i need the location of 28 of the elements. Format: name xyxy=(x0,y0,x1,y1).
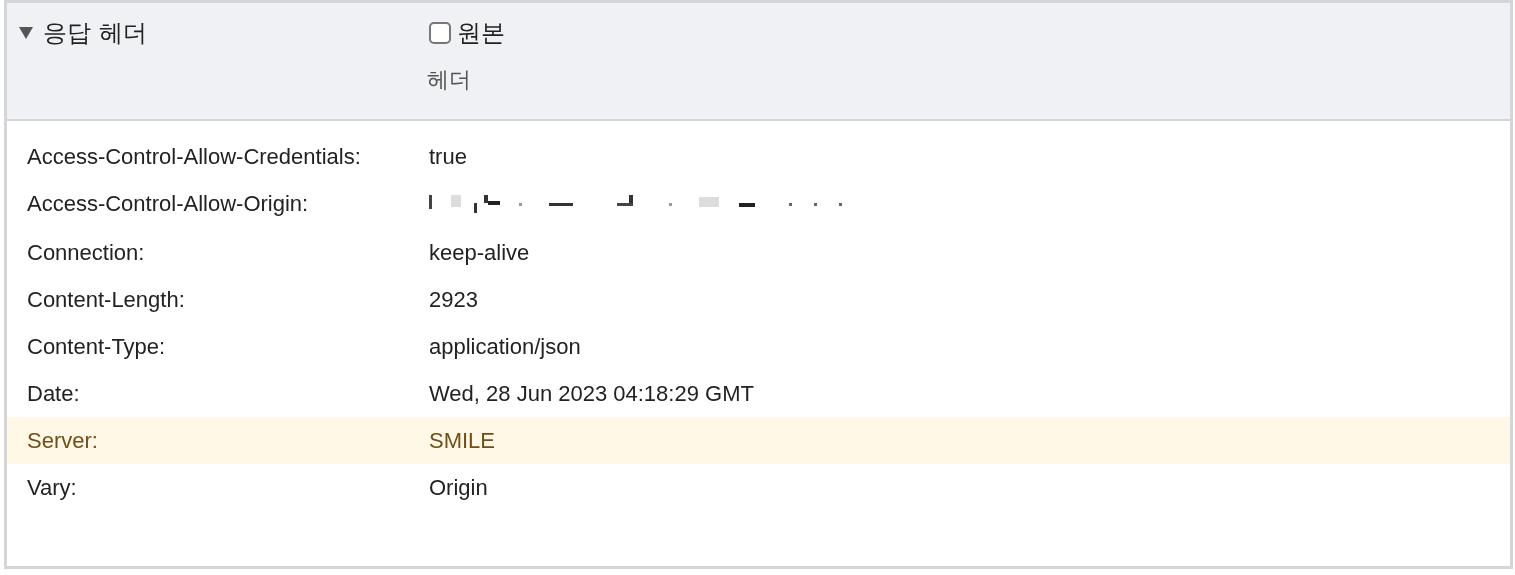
header-row[interactable]: Access-Control-Allow-Credentials: true xyxy=(7,133,1510,180)
checkbox[interactable] xyxy=(429,22,451,44)
header-name: Content-Type: xyxy=(27,333,167,361)
triangle-icon xyxy=(19,27,33,39)
header-row[interactable]: Server: SMILE xyxy=(7,417,1510,464)
header-name: Date: xyxy=(27,380,81,408)
header-value: SMILE xyxy=(429,428,496,453)
header-row[interactable]: Vary: Origin xyxy=(7,464,1510,511)
header-name: Connection: xyxy=(27,239,146,267)
header-row[interactable]: Access-Control-Allow-Origin: xyxy=(7,180,1510,229)
section-toggle[interactable]: 응답 헤더 xyxy=(19,17,429,49)
header-row[interactable]: Connection: keep-alive xyxy=(7,229,1510,276)
header-value: 2923 xyxy=(429,287,478,312)
header-value: Origin xyxy=(429,475,488,500)
header-name: Server: xyxy=(27,427,99,455)
header-row[interactable]: Content-Type: application/json xyxy=(7,323,1510,370)
header-row[interactable]: Date: Wed, 28 Jun 2023 04:18:29 GMT xyxy=(7,370,1510,417)
header-name: Access-Control-Allow-Origin: xyxy=(27,190,310,218)
header-row[interactable]: Content-Length: 2923 xyxy=(7,276,1510,323)
checkbox-label: 원본 xyxy=(457,18,505,49)
header-value: Wed, 28 Jun 2023 04:18:29 GMT xyxy=(429,381,754,406)
header-value: application/json xyxy=(429,334,581,359)
header-value: keep-alive xyxy=(429,240,530,265)
column-header: 헤더 xyxy=(427,67,471,92)
header-name: Access-Control-Allow-Credentials: xyxy=(27,143,362,171)
header-value: true xyxy=(429,144,467,169)
header-name: Content-Length: xyxy=(27,286,186,314)
header-name: Vary: xyxy=(27,474,78,502)
